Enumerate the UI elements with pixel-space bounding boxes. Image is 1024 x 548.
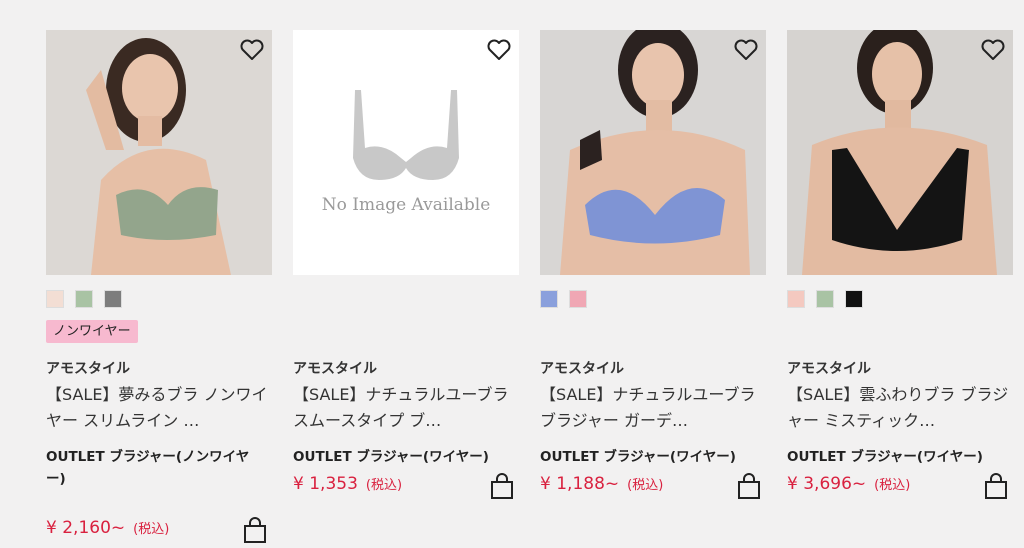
product-image[interactable] [540, 30, 766, 275]
heart-outline-icon [981, 39, 1005, 60]
product-brand: アモスタイル [540, 361, 624, 377]
product-brand: アモスタイル [787, 361, 871, 377]
color-swatch[interactable] [816, 290, 834, 308]
tax-label: (税込) [627, 478, 664, 493]
product-price: ¥ 2,160~ (税込) [46, 518, 170, 538]
color-swatch[interactable] [75, 290, 93, 308]
color-swatch[interactable] [540, 290, 558, 308]
favorite-button[interactable] [485, 36, 513, 64]
shopping-bag-icon [738, 473, 760, 499]
product-price: ¥ 3,696~ (税込) [787, 474, 911, 494]
heart-outline-icon [734, 39, 758, 60]
product-brand: アモスタイル [293, 361, 377, 377]
favorite-button[interactable] [238, 36, 266, 64]
product-image[interactable] [46, 30, 272, 275]
color-swatch[interactable] [787, 290, 805, 308]
price-row: ¥ 2,160~ (税込) [46, 516, 272, 546]
product-category: OUTLET ブラジャー(ワイヤー) [540, 449, 736, 465]
product-card: ノンワイヤー アモスタイル 【SALE】夢みるブラ ノンワイヤー スリムライン … [46, 30, 272, 543]
product-image[interactable] [787, 30, 1013, 275]
tax-label: (税込) [133, 522, 170, 537]
product-name[interactable]: 【SALE】夢みるブラ ノンワイヤー スリムライン … [46, 382, 272, 434]
shopping-bag-icon [244, 517, 266, 543]
product-price: ¥ 1,353 (税込) [293, 474, 403, 494]
no-image-placeholder: No Image Available [293, 30, 519, 275]
shopping-bag-icon [491, 473, 513, 499]
color-swatches [540, 290, 587, 308]
add-to-cart-button[interactable] [983, 472, 1009, 500]
product-name[interactable]: 【SALE】ナチュラルユーブラ ブラジャー ガーデ… [540, 382, 766, 434]
add-to-cart-button[interactable] [736, 472, 762, 500]
price-row: ¥ 3,696~ (税込) [787, 472, 1013, 502]
heart-outline-icon [487, 39, 511, 60]
shopping-bag-icon [985, 473, 1007, 499]
non-wire-badge: ノンワイヤー [46, 320, 138, 343]
product-image[interactable]: No Image Available [293, 30, 519, 275]
product-category: OUTLET ブラジャー(ワイヤー) [787, 449, 983, 465]
favorite-button[interactable] [732, 36, 760, 64]
product-price: ¥ 1,188~ (税込) [540, 474, 664, 494]
heart-outline-icon [240, 39, 264, 60]
product-card: アモスタイル 【SALE】ナチュラルユーブラ ブラジャー ガーデ… OUTLET… [540, 30, 766, 499]
color-swatches [787, 290, 863, 308]
color-swatch[interactable] [104, 290, 122, 308]
product-category: OUTLET ブラジャー(ワイヤー) [293, 449, 489, 465]
tax-label: (税込) [874, 478, 911, 493]
price-row: ¥ 1,353 (税込) [293, 472, 519, 502]
product-brand: アモスタイル [46, 361, 130, 377]
no-image-text: No Image Available [322, 195, 491, 215]
color-swatch[interactable] [845, 290, 863, 308]
product-category: OUTLET ブラジャー(ノンワイヤー) [46, 449, 250, 487]
color-swatch[interactable] [569, 290, 587, 308]
tax-label: (税込) [365, 478, 403, 493]
color-swatch[interactable] [46, 290, 64, 308]
product-name[interactable]: 【SALE】雲ふわりブラ ブラジャー ミスティック… [787, 382, 1013, 434]
favorite-button[interactable] [979, 36, 1007, 64]
add-to-cart-button[interactable] [242, 516, 268, 544]
product-name[interactable]: 【SALE】ナチュラルユーブラ スムースタイプ ブ… [293, 382, 519, 434]
price-row: ¥ 1,188~ (税込) [540, 472, 766, 502]
add-to-cart-button[interactable] [489, 472, 515, 500]
product-grid: ノンワイヤー アモスタイル 【SALE】夢みるブラ ノンワイヤー スリムライン … [0, 0, 1024, 543]
product-card: No Image Available アモスタイル 【SALE】ナチュラルユーブ… [293, 30, 519, 499]
product-card: アモスタイル 【SALE】雲ふわりブラ ブラジャー ミスティック… OUTLET… [787, 30, 1013, 499]
color-swatches [46, 290, 122, 308]
